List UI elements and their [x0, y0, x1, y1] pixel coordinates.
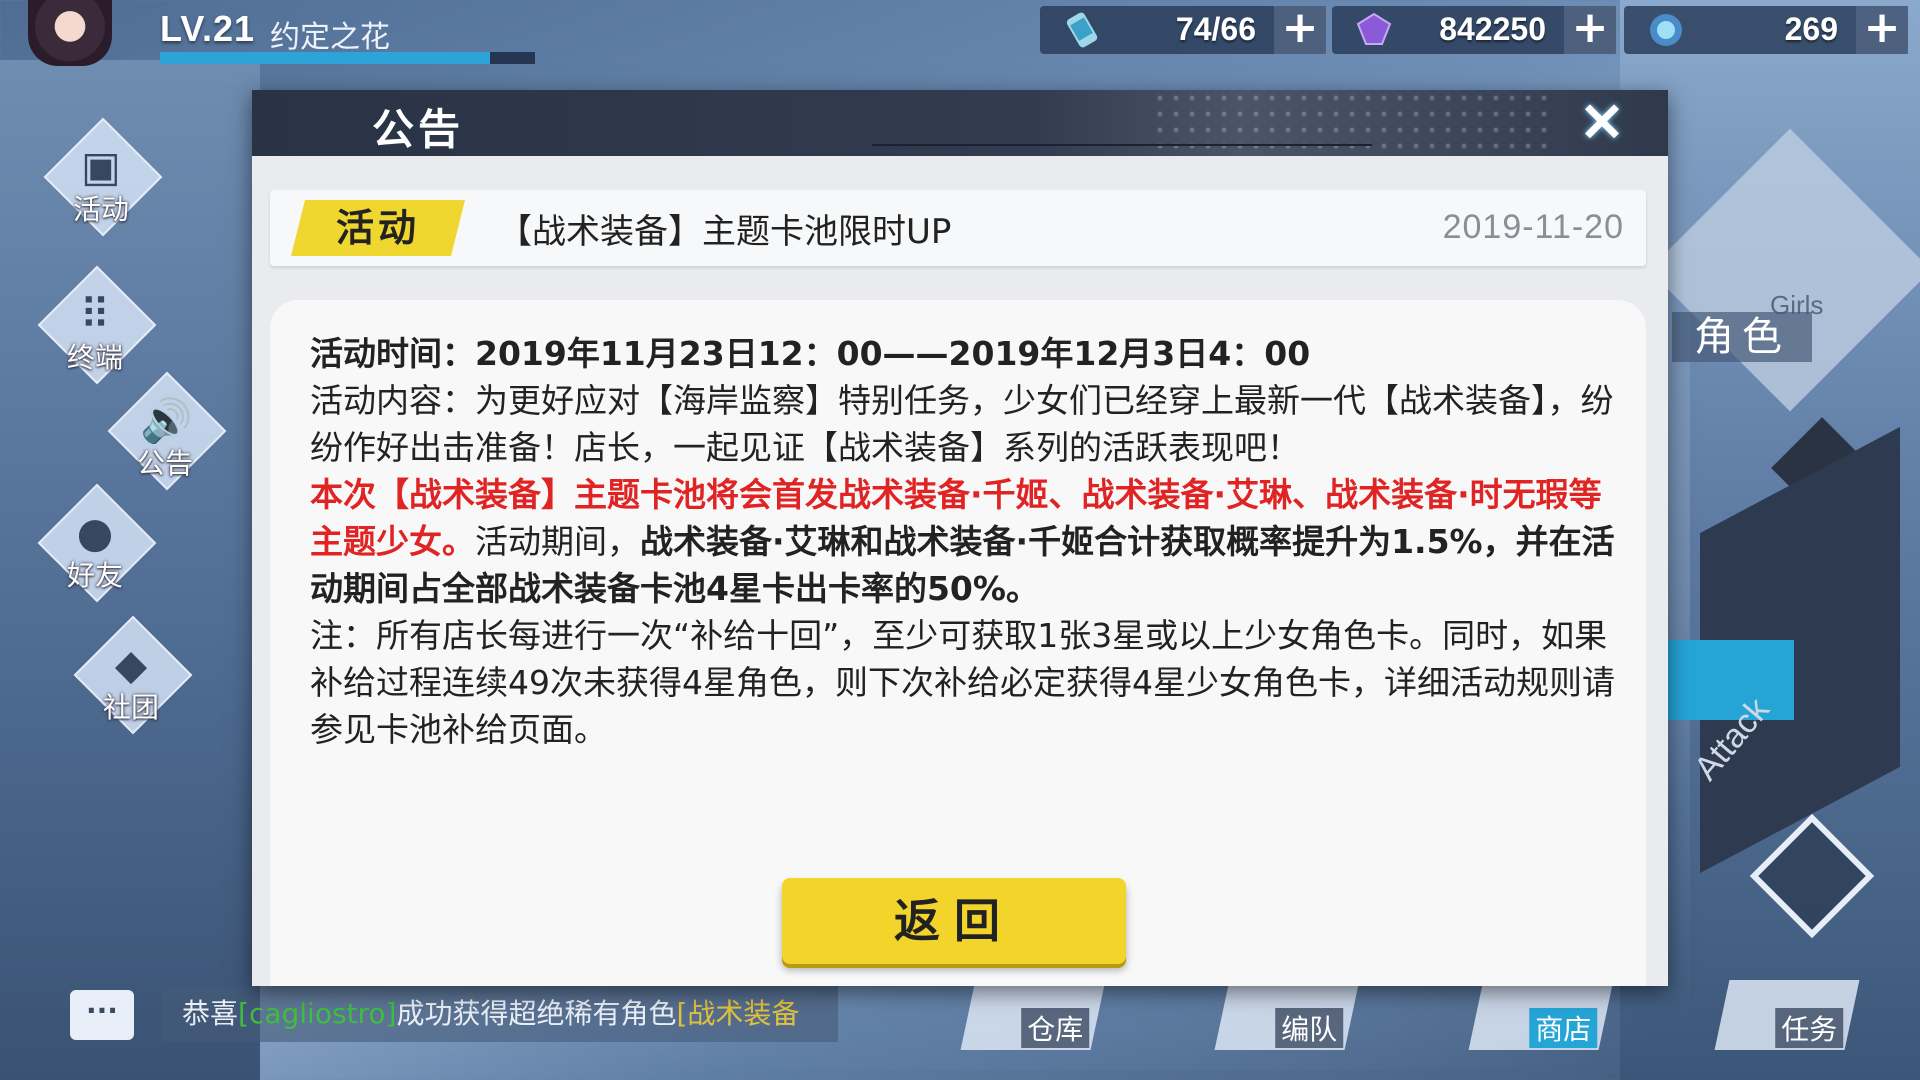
- ticker-player: [cagliostro]: [238, 997, 397, 1030]
- player-avatar[interactable]: [28, 0, 112, 66]
- crystal-orb-icon: [1650, 14, 1682, 46]
- menu-club-button[interactable]: ◆ 社团: [73, 615, 193, 735]
- event-description: 活动内容：为更好应对【海岸监察】特别任务，少女们已经穿上最新一代【战术装备】，纷…: [310, 381, 1614, 467]
- modal-header: 公告 ✕: [252, 90, 1668, 156]
- mission-label: 任务: [1775, 1008, 1844, 1048]
- chat-button[interactable]: ···: [70, 990, 134, 1040]
- menu-activity-label: 活动: [72, 193, 129, 226]
- menu-activity-button[interactable]: ▣ 活动: [43, 117, 163, 237]
- keypad-icon: ⠿: [79, 290, 111, 339]
- top-bar: LV.21 约定之花 74/66 + 842250 + 269 +: [0, 0, 1920, 66]
- notice-header: 活动 【战术装备】主题卡池限时UP 2019-11-20: [270, 190, 1646, 266]
- team-label: 编队: [1275, 1008, 1344, 1048]
- notice-date: 2019-11-20: [1442, 208, 1624, 246]
- ticker-item: [战术装备: [676, 997, 800, 1030]
- purple-gem-icon: [1356, 12, 1392, 45]
- team-button[interactable]: 编队: [1214, 980, 1360, 1050]
- menu-friends-button[interactable]: ● 好友: [37, 483, 157, 603]
- event-period-text: 活动期间，: [475, 522, 640, 561]
- resource-gems: 842250 +: [1332, 6, 1616, 54]
- notice-tag-label: 活动: [335, 206, 420, 250]
- robot-icon: ▣: [81, 142, 121, 191]
- xp-bar-fill: [160, 52, 490, 64]
- event-details: 本次【战术装备】主题卡池将会首发战术装备·千姬、战术装备·艾琳、战术装备·时无瑕…: [310, 471, 1620, 612]
- club-icon: ◆: [114, 640, 148, 689]
- resource-crystal: 269 +: [1624, 6, 1908, 54]
- warehouse-button[interactable]: 仓库: [960, 980, 1106, 1050]
- crystal-add-button[interactable]: +: [1856, 6, 1908, 54]
- menu-terminal-button[interactable]: ⠿ 终端: [37, 265, 157, 385]
- stamina-potion-icon: [1066, 12, 1098, 48]
- stamina-add-button[interactable]: +: [1274, 6, 1326, 54]
- news-ticker: 恭喜[cagliostro]成功获得超绝稀有角色[战术装备: [162, 986, 838, 1042]
- menu-club-label: 社团: [102, 691, 159, 724]
- resource-stamina: 74/66 +: [1040, 6, 1326, 54]
- role-label: 角色: [1672, 312, 1812, 362]
- event-note: 注：所有店长每进行一次“补给十回”，至少可获取1张3星或以上少女角色卡。同时，如…: [310, 616, 1615, 749]
- menu-announcement-label: 公告: [136, 447, 193, 480]
- ticker-text: 成功获得超绝稀有角色: [396, 997, 677, 1030]
- shop-button[interactable]: 商店: [1468, 980, 1614, 1050]
- close-icon[interactable]: ✕: [1572, 96, 1632, 150]
- xp-bar: [160, 52, 535, 64]
- notice-tag: 活动: [291, 200, 465, 256]
- speaker-icon: 🔊: [140, 396, 193, 445]
- event-time: 活动时间：2019年11月23日12：00——2019年12月3日4：00: [310, 334, 1311, 373]
- stamina-value: 74/66: [1175, 11, 1256, 47]
- player-level: LV.21: [160, 8, 256, 49]
- menu-friends-label: 好友: [66, 559, 123, 592]
- menu-announcement-button[interactable]: 🔊 公告: [107, 371, 227, 491]
- shop-label: 商店: [1529, 1008, 1598, 1048]
- menu-terminal-label: 终端: [66, 341, 123, 374]
- gems-add-button[interactable]: +: [1564, 6, 1616, 54]
- attack-highlight: [1668, 640, 1794, 720]
- person-icon: ●: [76, 508, 114, 557]
- modal-title: 公告: [372, 105, 465, 154]
- notice-title: 【战术装备】主题卡池限时UP: [498, 212, 952, 252]
- notice-body: 活动时间：2019年11月23日12：00——2019年12月3日4：00 活动…: [310, 330, 1620, 753]
- mission-button[interactable]: 任务: [1714, 980, 1860, 1050]
- ticker-prefix: 恭喜: [182, 997, 239, 1030]
- gems-value: 842250: [1439, 11, 1546, 47]
- announcement-modal: 公告 ✕ 活动 【战术装备】主题卡池限时UP 2019-11-20 活动时间：2…: [252, 90, 1668, 986]
- player-name: 约定之花: [270, 20, 390, 55]
- return-button[interactable]: 返回: [782, 878, 1126, 964]
- crystal-value: 269: [1784, 11, 1838, 47]
- warehouse-label: 仓库: [1021, 1008, 1090, 1048]
